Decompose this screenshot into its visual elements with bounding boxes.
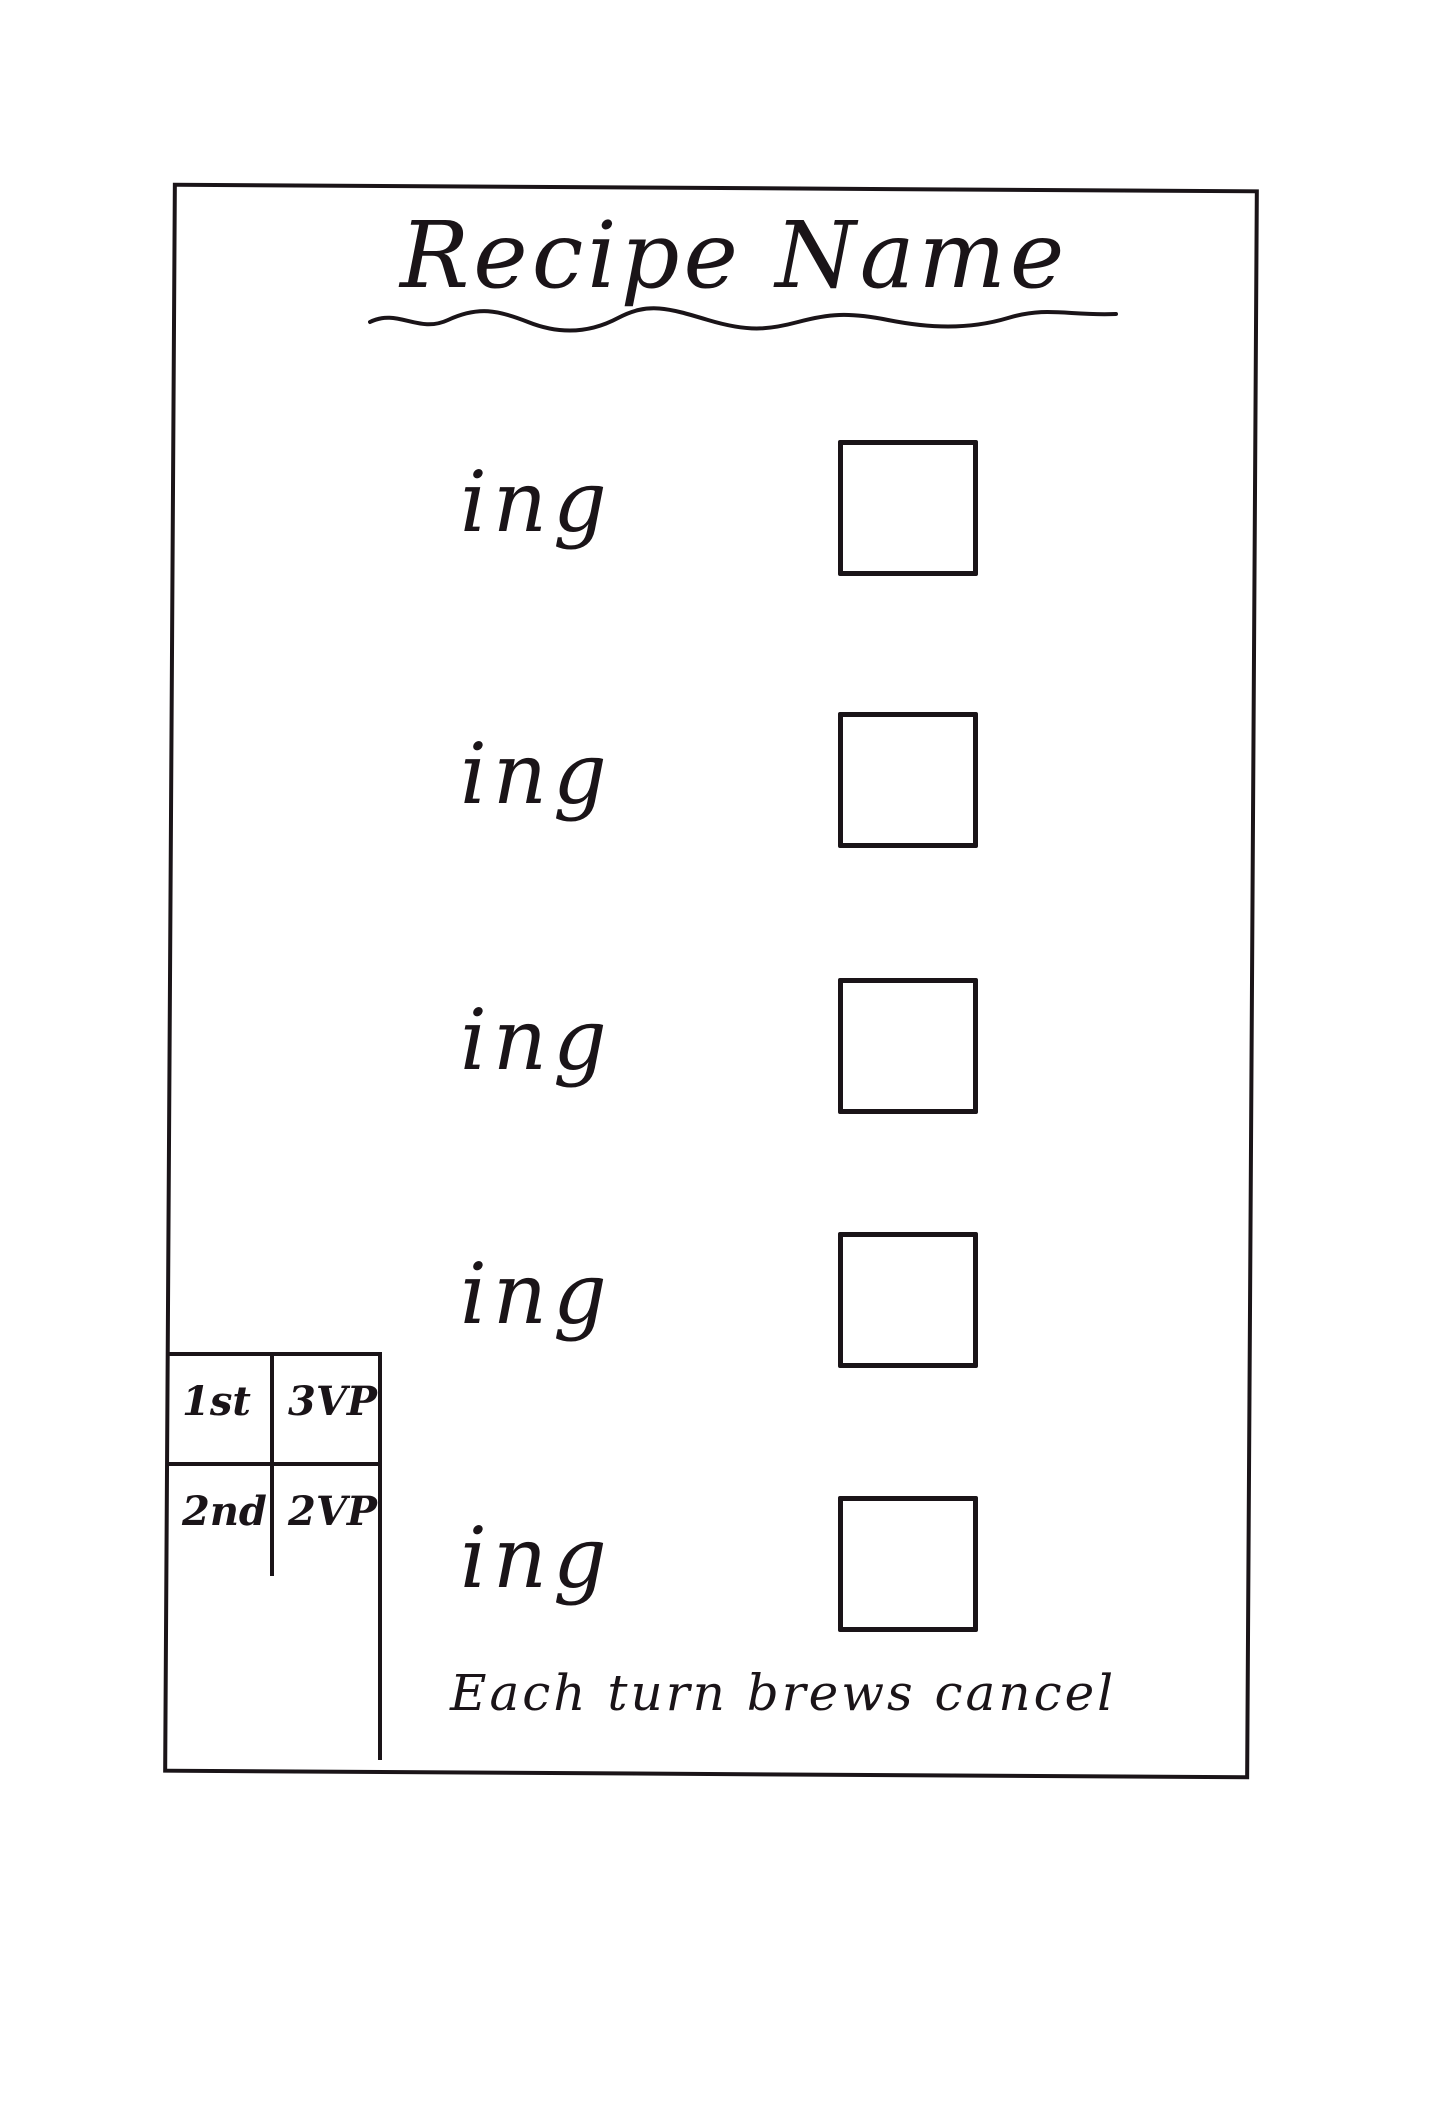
footer-rule-text: Each turn brews cancel — [450, 1664, 1117, 1722]
ingredient-row: ing — [450, 978, 1010, 1128]
ingredient-label: ing — [460, 991, 613, 1089]
score-row: 1st 3VP — [166, 1356, 382, 1466]
ingredient-row: ing — [450, 440, 1010, 590]
ingredient-checkbox[interactable] — [838, 978, 978, 1114]
ingredient-row: ing — [450, 1496, 1010, 1646]
ingredient-checkbox[interactable] — [838, 440, 978, 576]
score-row: 2nd 2VP — [166, 1466, 382, 1576]
ingredient-row: ing — [450, 1232, 1010, 1382]
ingredient-row: ing — [450, 712, 1010, 862]
ingredient-checkbox[interactable] — [838, 712, 978, 848]
score-points: 3VP — [288, 1378, 377, 1425]
score-place: 1st — [182, 1378, 251, 1425]
title-underline — [368, 306, 1118, 333]
score-place: 2nd — [182, 1488, 267, 1535]
ingredient-label: ing — [460, 453, 613, 551]
ingredient-checkbox[interactable] — [838, 1232, 978, 1368]
score-points: 2VP — [288, 1488, 377, 1535]
ingredient-label: ing — [460, 1509, 613, 1607]
ingredient-label: ing — [460, 725, 613, 823]
ingredient-label: ing — [460, 1245, 613, 1343]
ingredient-checkbox[interactable] — [838, 1496, 978, 1632]
score-table: 1st 3VP 2nd 2VP — [166, 1352, 382, 1760]
recipe-title: Recipe Name — [400, 202, 1069, 309]
